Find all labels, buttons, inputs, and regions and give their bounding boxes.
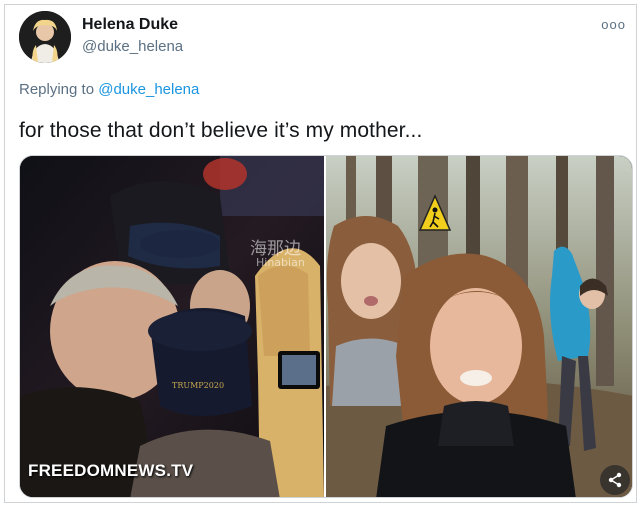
author-handle[interactable]: @duke_helena bbox=[82, 38, 183, 55]
rally-crowd-image: TRUMP2020 bbox=[20, 156, 324, 497]
avatar-image bbox=[19, 11, 71, 63]
author-name[interactable]: Helena Duke bbox=[82, 16, 178, 34]
reply-handle-link[interactable]: @duke_helena bbox=[98, 81, 199, 98]
replying-to-line: Replying to @duke_helena bbox=[19, 81, 199, 98]
photo-left[interactable]: TRUMP2020 海那边 Hinabian FREEDOMNEWS.TV bbox=[20, 156, 324, 497]
photo-right[interactable] bbox=[326, 156, 632, 497]
tweet-card: Helena Duke @duke_helena ooo Replying to… bbox=[4, 4, 637, 503]
more-options-icon[interactable]: ooo bbox=[601, 17, 626, 32]
cap-text: TRUMP2020 bbox=[172, 381, 224, 390]
avatar[interactable] bbox=[19, 11, 71, 63]
replying-to-prefix: Replying to bbox=[19, 81, 99, 98]
freedomnews-watermark: FREEDOMNEWS.TV bbox=[28, 461, 194, 480]
overlay-watermark-en: Hinabian bbox=[256, 256, 305, 269]
media-grid: TRUMP2020 海那边 Hinabian FREEDOMNEWS.TV bbox=[19, 155, 633, 498]
tweet-text: for those that don’t believe it’s my mot… bbox=[19, 119, 423, 142]
share-glyph-icon bbox=[608, 472, 622, 488]
share-icon[interactable] bbox=[600, 465, 630, 495]
forest-selfie-image bbox=[326, 156, 632, 497]
